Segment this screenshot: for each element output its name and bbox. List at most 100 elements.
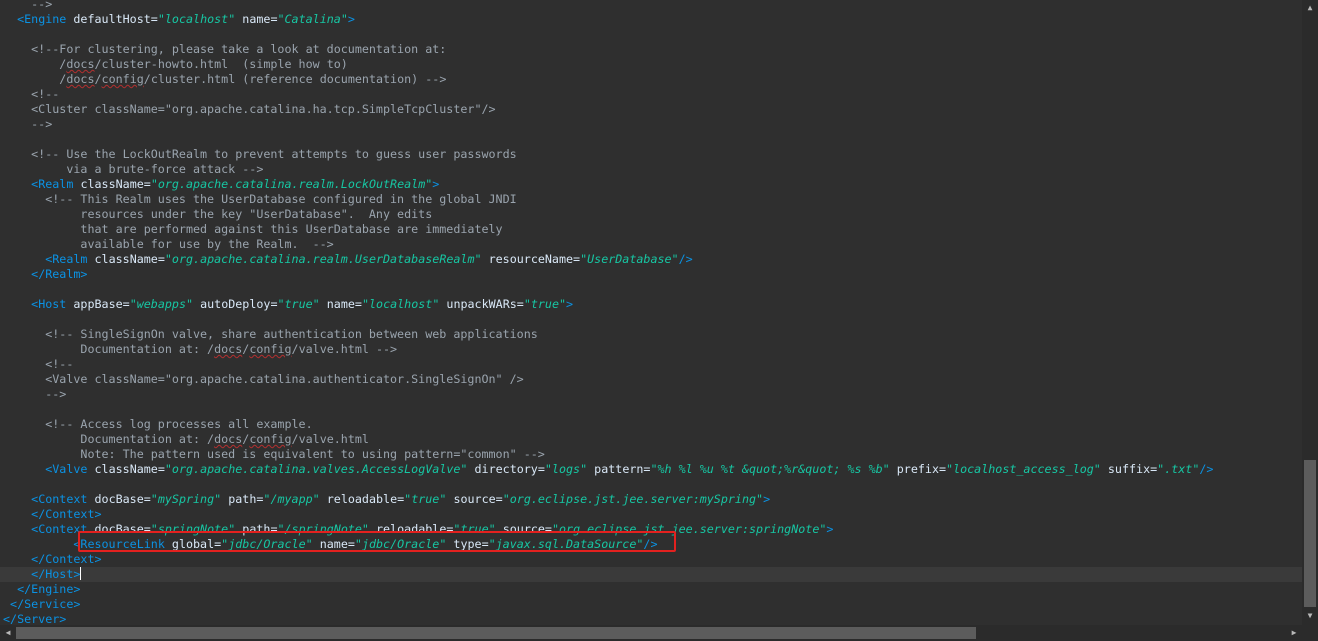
attribute-token: source= bbox=[453, 492, 503, 506]
code-line: <!-- Use the LockOutRealm to prevent att… bbox=[3, 147, 517, 162]
spellcheck-word: docs bbox=[66, 57, 95, 71]
attribute-value-token: "webapps" bbox=[129, 297, 194, 311]
tag-token: /> bbox=[1199, 462, 1214, 476]
attribute-value-token: "%h %l %u %t &quot;%r&quot; %s %b" bbox=[650, 462, 890, 476]
triangle-down-icon[interactable]: ▼ bbox=[1302, 608, 1318, 624]
comment-token: Documentation at: / bbox=[3, 432, 215, 446]
comment-token: / bbox=[3, 72, 67, 86]
text-caret bbox=[80, 567, 82, 580]
attribute-value-token: ".txt" bbox=[1157, 462, 1200, 476]
code-line: --> bbox=[3, 0, 52, 12]
attribute-token: suffix= bbox=[1107, 462, 1158, 476]
attribute-token: defaultHost= bbox=[73, 12, 158, 26]
comment-token: --> bbox=[3, 0, 53, 11]
attribute-value-token: "org.apache.catalina.realm.UserDatabaseR… bbox=[164, 252, 482, 266]
code-line: <Realm className="org.apache.catalina.re… bbox=[3, 177, 439, 192]
comment-token: <!-- bbox=[3, 357, 74, 371]
comment-token: available for use by the Realm. --> bbox=[3, 237, 334, 251]
code-line: </Context> bbox=[3, 507, 102, 522]
code-line: <!-- SingleSignOn valve, share authentic… bbox=[3, 327, 538, 342]
tag-token: </Host> bbox=[31, 567, 81, 581]
attribute-value-token: "localhost_access_log" bbox=[946, 462, 1101, 476]
triangle-right-icon[interactable]: ▶ bbox=[1286, 625, 1302, 641]
code-line: </Context> bbox=[3, 552, 101, 567]
code-line: </Engine> bbox=[3, 582, 80, 597]
attribute-value-token: "localhost" bbox=[361, 297, 440, 311]
tag-token: </Service> bbox=[10, 597, 81, 611]
code-line: <Engine defaultHost="localhost" name="Ca… bbox=[3, 12, 355, 27]
code-line: <Valve className="org.apache.catalina.va… bbox=[3, 462, 1213, 477]
attribute-value-token: "org.apache.catalina.realm.LockOutRealm" bbox=[150, 177, 433, 191]
code-line: <Host appBase="webapps" autoDeploy="true… bbox=[3, 297, 573, 312]
attribute-token: autoDeploy= bbox=[200, 297, 278, 311]
attribute-value-token: "true" bbox=[523, 297, 567, 311]
attribute-token: prefix= bbox=[896, 462, 947, 476]
tag-token: <Realm bbox=[45, 252, 88, 266]
code-line: <!-- This Realm uses the UserDatabase co… bbox=[3, 192, 517, 207]
attribute-token: reloadable= bbox=[326, 492, 405, 506]
horizontal-scroll-thumb[interactable] bbox=[16, 627, 976, 639]
attribute-token: pattern= bbox=[594, 462, 651, 476]
tag-token: <Engine bbox=[17, 12, 67, 26]
code-line: via a brute-force attack --> bbox=[3, 162, 263, 177]
comment-token: <!-- This Realm uses the UserDatabase co… bbox=[3, 192, 517, 206]
attribute-value-token: "true" bbox=[404, 492, 447, 506]
tag-token: <Realm bbox=[31, 177, 74, 191]
spellcheck-word: config bbox=[249, 342, 292, 356]
attribute-value-token: "true" bbox=[277, 297, 320, 311]
attribute-token: className= bbox=[94, 462, 165, 476]
comment-token: resources under the key "UserDatabase". … bbox=[3, 207, 433, 221]
tag-token: </Realm> bbox=[31, 267, 88, 281]
code-line: <!-- bbox=[3, 87, 59, 102]
code-line: --> bbox=[3, 387, 66, 402]
comment-token: Note: The pattern used is equivalent to … bbox=[3, 447, 545, 461]
tag-token: > bbox=[826, 522, 834, 536]
comment-token: via a brute-force attack --> bbox=[3, 162, 264, 176]
code-line: <!--For clustering, please take a look a… bbox=[3, 42, 446, 57]
tag-token: /> bbox=[678, 252, 693, 266]
attribute-token: appBase= bbox=[73, 297, 130, 311]
spellcheck-word: docs bbox=[214, 342, 243, 356]
code-line: Documentation at: /docs/config/valve.htm… bbox=[3, 432, 369, 447]
code-line: <Realm className="org.apache.catalina.re… bbox=[3, 252, 693, 267]
code-line: </Host> bbox=[3, 567, 82, 582]
scrollbar-corner bbox=[1302, 625, 1318, 641]
comment-token: / bbox=[94, 72, 102, 86]
spellcheck-word: config bbox=[249, 432, 292, 446]
attribute-token: directory= bbox=[474, 462, 545, 476]
attribute-token: name= bbox=[242, 12, 278, 26]
tag-token: <Context bbox=[31, 492, 88, 506]
comment-token: <Valve className="org.apache.catalina.au… bbox=[3, 372, 524, 386]
attribute-value-token: "localhost" bbox=[157, 12, 236, 26]
code-line: <!-- Access log processes all example. bbox=[3, 417, 312, 432]
triangle-left-icon[interactable]: ◀ bbox=[0, 625, 16, 641]
tag-token: > bbox=[763, 492, 771, 506]
triangle-up-icon[interactable]: ▲ bbox=[1302, 0, 1318, 16]
tag-token: </Engine> bbox=[17, 582, 81, 596]
attribute-token: className= bbox=[94, 252, 165, 266]
comment-token: <!-- bbox=[3, 87, 60, 101]
tag-token: <Valve bbox=[45, 462, 88, 476]
vertical-scroll-thumb[interactable] bbox=[1304, 460, 1316, 607]
code-line: </Server> bbox=[3, 612, 66, 625]
code-line: <Context docBase="mySpring" path="/myapp… bbox=[3, 492, 770, 507]
comment-token: --> bbox=[3, 117, 53, 131]
tag-token: </Context> bbox=[31, 507, 102, 521]
code-line: Documentation at: /docs/config/valve.htm… bbox=[3, 342, 397, 357]
code-editor[interactable]: --> <Engine defaultHost="localhost" name… bbox=[0, 0, 1302, 625]
code-line: resources under the key "UserDatabase". … bbox=[3, 207, 432, 222]
comment-token: /valve.html bbox=[291, 432, 369, 446]
code-line: </Service> bbox=[3, 597, 80, 612]
